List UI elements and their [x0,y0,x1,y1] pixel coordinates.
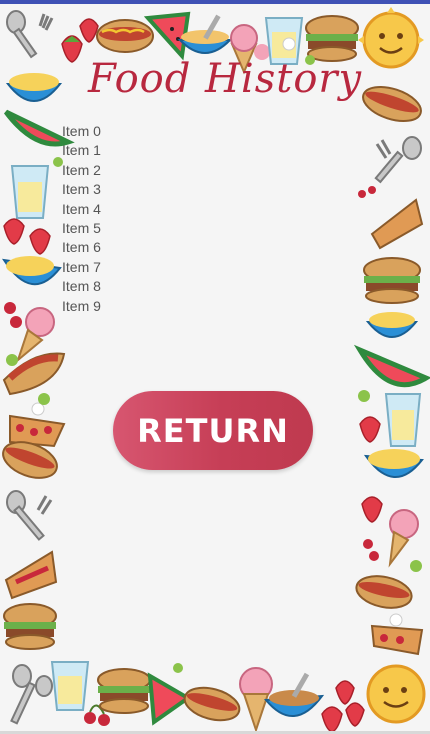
mac-cheese-bowl-icon [363,449,424,478]
cereal-bowl-icon [365,312,419,338]
mac-cheese-bowl-icon [5,73,63,102]
lemonade-icon [50,661,90,711]
pie-icon [370,613,424,656]
watermelon-icon [353,344,430,388]
page-title: Food History [88,56,363,102]
list-item[interactable]: Item 0 [62,122,101,141]
watermelon-icon [143,11,191,61]
cereal-bowl-icon [263,672,325,717]
hotdog-icon [355,575,413,609]
list-item[interactable]: Item 7 [62,258,101,277]
fork-spoon-icon [6,10,54,59]
lemonade-icon [359,393,422,447]
list-item[interactable]: Item 3 [62,180,101,199]
food-border-frame [0,4,430,734]
burger-icon [3,603,57,650]
ice-cream-icon [361,496,419,568]
mac-cheese-bowl-icon [1,256,62,285]
list-item[interactable]: Item 1 [62,141,101,160]
list-item[interactable]: Item 5 [62,219,101,238]
return-button[interactable]: RETURN [113,391,313,470]
hotdog-icon [362,85,422,123]
list-item[interactable]: Item 4 [62,200,101,219]
watermelon-icon [147,663,192,726]
list-item[interactable]: Item 6 [62,238,101,257]
list-item[interactable]: Item 8 [62,277,101,296]
ice-cream-icon [4,302,55,364]
watermelon-icon [4,109,75,147]
pie-icon [358,186,424,250]
lemonade-icon [10,165,50,219]
burger-icon [363,257,421,304]
strawberry-icon [3,218,51,255]
history-list: Item 0 Item 1 Item 2 Item 3 Item 4 Item … [62,122,101,316]
strawberry-icon [321,680,365,733]
sun-icon [358,7,424,69]
burger-icon [97,668,151,714]
pie-icon [9,402,66,448]
sun-icon [366,664,426,724]
fork-spoon-icon [10,664,53,725]
list-item[interactable]: Item 9 [62,297,101,316]
fork-spoon-icon [6,490,53,541]
hotdog-icon [183,686,241,722]
burger-icon [305,15,359,62]
fork-spoon-icon [374,136,422,184]
pie-icon [4,550,58,600]
list-item[interactable]: Item 2 [62,161,101,180]
hotdog-icon [96,19,154,53]
